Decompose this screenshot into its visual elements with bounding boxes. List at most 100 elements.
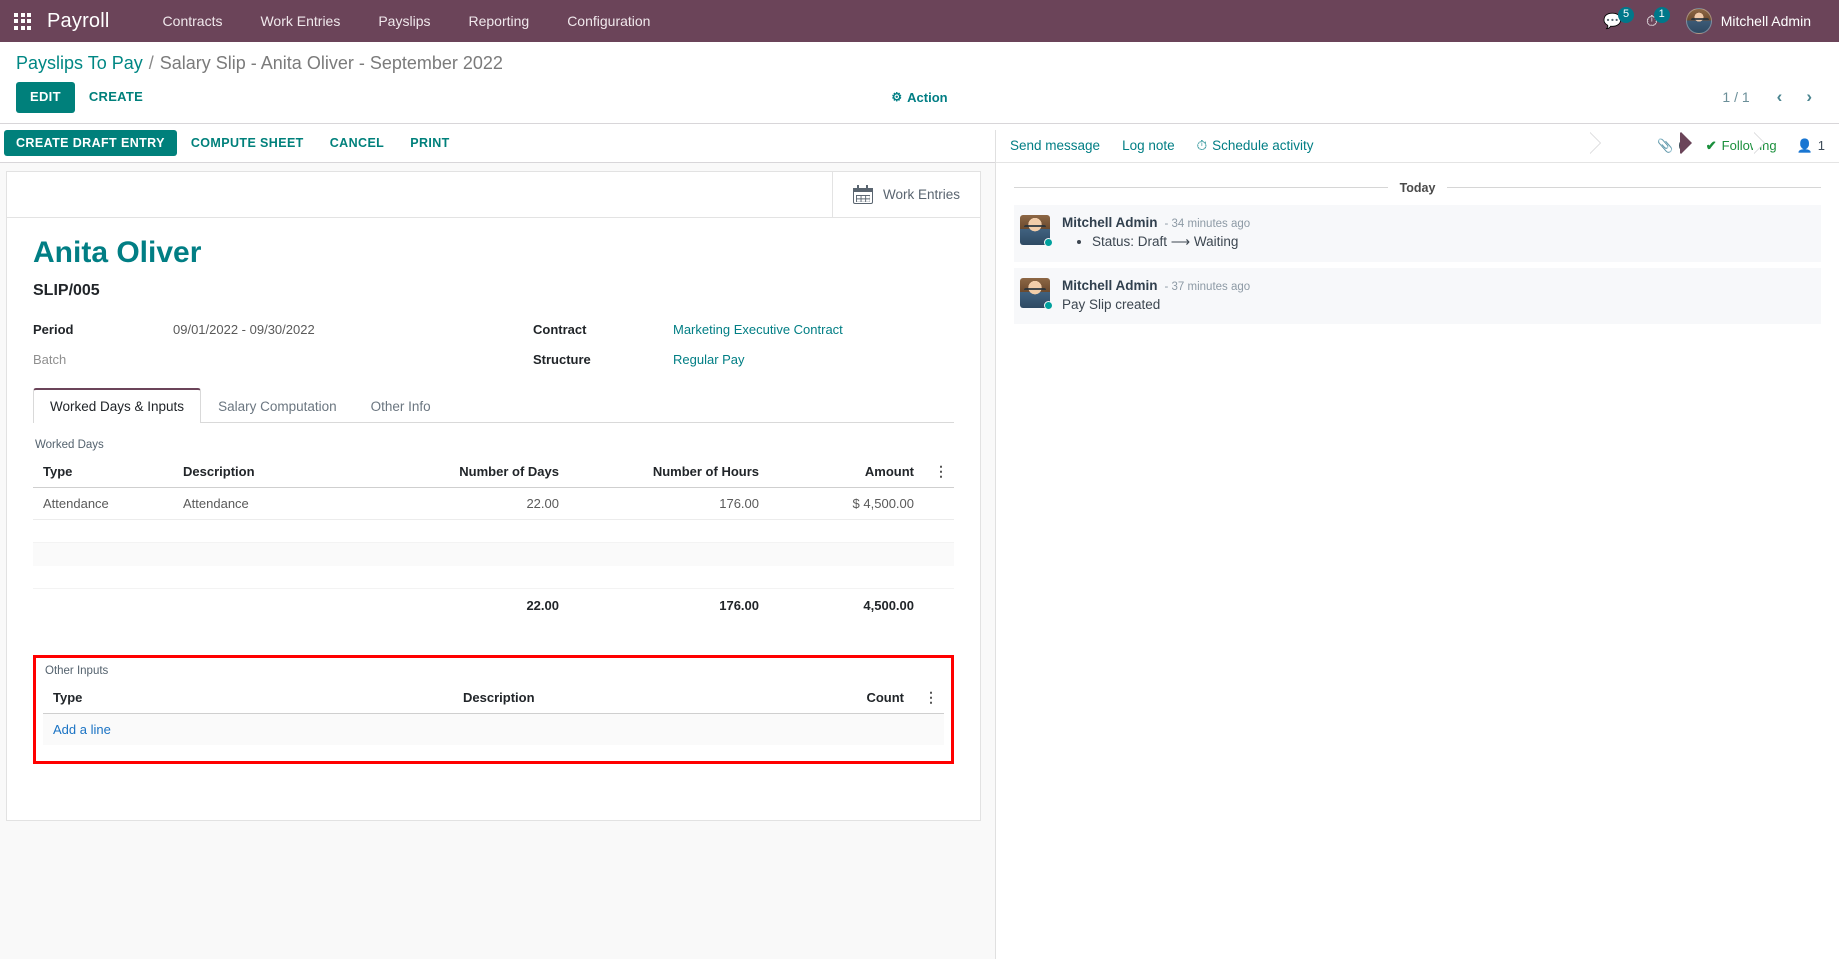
main-menu: Contracts Work Entries Payslips Reportin… xyxy=(144,2,670,40)
table-header-row: Type Description Count ⋮ xyxy=(43,682,944,715)
tab-salary-computation[interactable]: Salary Computation xyxy=(201,389,354,423)
create-draft-entry-button[interactable]: CREATE DRAFT ENTRY xyxy=(4,129,177,156)
schedule-activity-label: Schedule activity xyxy=(1212,138,1314,154)
messages-button[interactable]: 💬 5 xyxy=(1597,6,1636,35)
chatter-message: Mitchell Admin - 34 minutes ago Status: … xyxy=(1014,204,1821,262)
tracking-value: Status: Draft ⟶ Waiting xyxy=(1092,234,1811,250)
create-button[interactable]: CREATE xyxy=(75,82,157,113)
log-note-button[interactable]: Log note xyxy=(1122,138,1175,153)
breadcrumb: Payslips To Pay / Salary Slip - Anita Ol… xyxy=(12,42,1827,80)
followers-count: 1 xyxy=(1817,138,1825,154)
col-number-of-hours[interactable]: Number of Hours xyxy=(569,456,769,489)
breadcrumb-root-link[interactable]: Payslips To Pay xyxy=(16,53,143,74)
cell-spacer xyxy=(924,487,954,521)
other-inputs-highlight-box: Other Inputs Type Description Count ⋮ Ad… xyxy=(33,655,954,765)
notebook-tabs: Worked Days & Inputs Salary Computation … xyxy=(33,387,954,424)
col-oi-type[interactable]: Type xyxy=(43,682,453,715)
totals-days: 22.00 xyxy=(384,588,569,622)
form-sheet: Work Entries Anita Oliver SLIP/005 Perio… xyxy=(6,170,981,821)
chatter-message-author[interactable]: Mitchell Admin xyxy=(1062,278,1158,293)
pager-previous-button[interactable]: ‹ xyxy=(1766,86,1794,108)
following-label: Following xyxy=(1721,138,1777,154)
form-pane: Work Entries Anita Oliver SLIP/005 Perio… xyxy=(0,162,995,959)
chatter-pane: Send message Log note ⏱ Schedule activit… xyxy=(995,129,1839,959)
navbar-right-tools: 💬 5 ⏱ 1 Mitchell Admin xyxy=(1597,5,1825,37)
chatter-toolbar: Send message Log note ⏱ Schedule activit… xyxy=(996,129,1839,163)
followers-button[interactable]: 👤 1 xyxy=(1797,138,1825,154)
cell-hours: 176.00 xyxy=(569,487,769,521)
apps-grid-icon[interactable] xyxy=(14,12,31,30)
totals-spacer-desc xyxy=(173,588,384,622)
stat-button-box: Work Entries xyxy=(7,171,980,218)
online-status-dot xyxy=(1044,237,1053,247)
col-number-of-days[interactable]: Number of Days xyxy=(384,456,569,489)
cancel-button[interactable]: CANCEL xyxy=(318,130,396,156)
avatar xyxy=(1020,277,1053,310)
worked-days-optional-columns-button[interactable]: ⋮ xyxy=(924,456,954,489)
pager-next-button[interactable]: › xyxy=(1795,86,1823,108)
menu-item-reporting[interactable]: Reporting xyxy=(449,2,548,40)
chatter-message-author[interactable]: Mitchell Admin xyxy=(1062,215,1158,230)
send-message-button[interactable]: Send message xyxy=(1010,138,1100,153)
tab-worked-days-inputs[interactable]: Worked Days & Inputs xyxy=(33,388,202,424)
avatar xyxy=(1020,214,1053,247)
menu-item-configuration[interactable]: Configuration xyxy=(548,2,669,40)
form-sheet-body: Anita Oliver SLIP/005 Period 09/01/2022 … xyxy=(7,218,980,775)
action-menu-button[interactable]: ⚙ Action xyxy=(885,86,953,109)
tab-other-info[interactable]: Other Info xyxy=(354,389,448,423)
totals-amount: 4,500.00 xyxy=(769,588,924,622)
control-panel: Payslips To Pay / Salary Slip - Anita Ol… xyxy=(0,42,1839,124)
table-empty-row xyxy=(33,519,954,544)
notebook-page-worked-days: Worked Days Type Description Number of D… xyxy=(33,423,954,765)
work-entries-stat-button[interactable]: Work Entries xyxy=(831,171,980,217)
totals-hours: 176.00 xyxy=(569,588,769,622)
menu-item-payslips[interactable]: Payslips xyxy=(359,2,449,40)
table-header-row: Type Description Number of Days Number o… xyxy=(33,456,954,489)
check-icon: ✔ xyxy=(1705,137,1717,153)
menu-item-contracts[interactable]: Contracts xyxy=(144,2,242,40)
contract-value-link[interactable]: Marketing Executive Contract xyxy=(673,322,954,337)
user-icon: 👤 xyxy=(1796,137,1813,153)
chatter-thread: Today Mitchell Admin - 34 minutes ago St… xyxy=(996,163,1839,324)
schedule-activity-button[interactable]: ⏱ Schedule activity xyxy=(1197,138,1314,154)
contract-label: Contract xyxy=(533,322,587,338)
table-row[interactable]: Attendance Attendance 22.00 176.00 $ 4,5… xyxy=(33,487,954,521)
worked-days-table: Type Description Number of Days Number o… xyxy=(33,456,954,622)
notebook: Worked Days & Inputs Salary Computation … xyxy=(33,387,954,765)
work-entries-stat-label: Work Entries xyxy=(882,186,960,202)
col-amount[interactable]: Amount xyxy=(769,456,924,489)
user-menu[interactable]: Mitchell Admin xyxy=(1676,5,1819,37)
compute-sheet-button[interactable]: COMPUTE SHEET xyxy=(179,130,316,156)
day-separator: Today xyxy=(1014,181,1822,195)
vertical-dots-icon: ⋮ xyxy=(934,463,948,480)
structure-value-link[interactable]: Regular Pay xyxy=(673,352,954,367)
control-panel-buttons: EDIT CREATE ⚙ Action 1 / 1 ‹ › xyxy=(12,80,1827,123)
table-empty-row xyxy=(33,565,954,590)
add-a-line-link[interactable]: Add a line xyxy=(53,722,111,737)
day-separator-line-left xyxy=(1014,187,1388,189)
chatter-message-time: - 34 minutes ago xyxy=(1164,217,1251,230)
col-description[interactable]: Description xyxy=(173,456,384,489)
following-button[interactable]: ✔ Following xyxy=(1706,138,1777,154)
cell-days: 22.00 xyxy=(384,487,569,521)
breadcrumb-separator: / xyxy=(148,53,154,73)
top-navbar: Payroll Contracts Work Entries Payslips … xyxy=(0,0,1839,42)
menu-item-work-entries[interactable]: Work Entries xyxy=(241,2,359,40)
app-brand-payroll[interactable]: Payroll xyxy=(47,10,110,33)
chatter-message-header: Mitchell Admin - 34 minutes ago xyxy=(1062,215,1811,230)
col-type[interactable]: Type xyxy=(33,456,173,489)
edit-button[interactable]: EDIT xyxy=(16,82,75,113)
chatter-message-body: Mitchell Admin - 34 minutes ago Status: … xyxy=(1062,215,1811,250)
col-oi-count[interactable]: Count xyxy=(754,682,914,715)
chatter-message-content: Pay Slip created xyxy=(1062,296,1161,312)
other-inputs-optional-columns-button[interactable]: ⋮ xyxy=(914,682,944,715)
totals-spacer-type xyxy=(33,588,173,622)
col-oi-description[interactable]: Description xyxy=(453,682,754,715)
form-action-buttons: CREATE DRAFT ENTRY COMPUTE SHEET CANCEL … xyxy=(4,129,462,156)
pager-count: 1 / 1 xyxy=(1722,89,1750,106)
avatar xyxy=(1685,8,1712,34)
activities-button[interactable]: ⏱ 1 xyxy=(1640,6,1672,35)
print-button[interactable]: PRINT xyxy=(398,130,462,156)
chatter-message: Mitchell Admin - 37 minutes ago Pay Slip… xyxy=(1014,267,1821,324)
form-fields-grid: Period 09/01/2022 - 09/30/2022 Contract … xyxy=(33,322,954,367)
